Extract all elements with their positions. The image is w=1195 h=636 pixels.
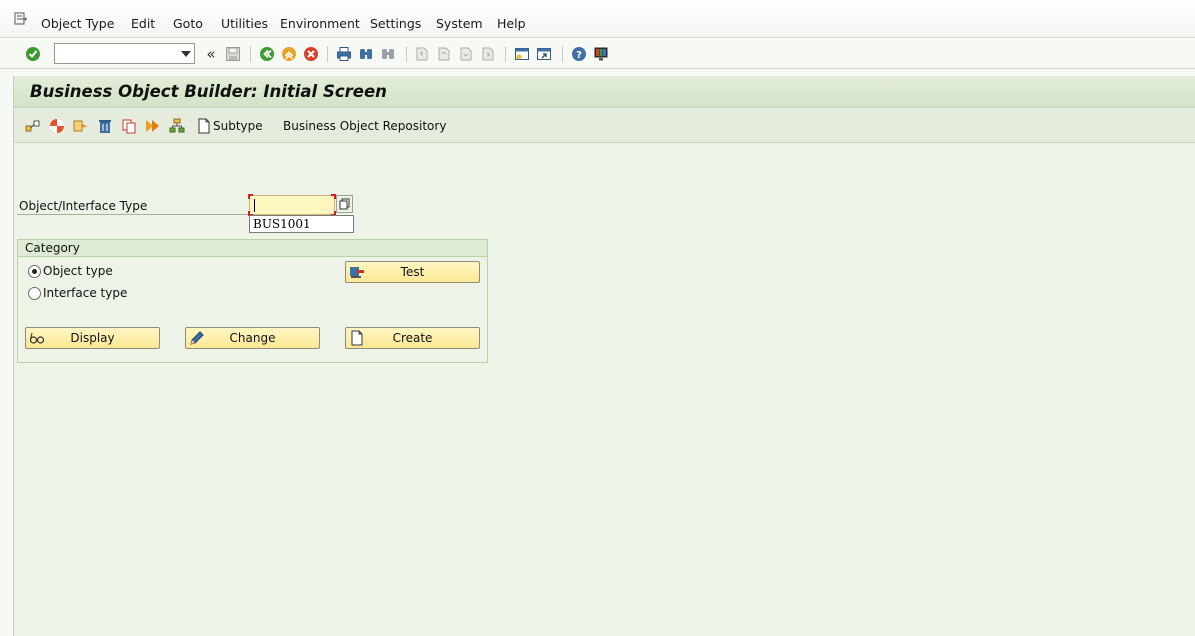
print-icon[interactable] <box>335 45 353 63</box>
menu-object-type[interactable]: Object Type <box>41 16 114 31</box>
test-button-label: Test <box>400 265 425 279</box>
back-icon[interactable] <box>258 45 276 63</box>
toolbar-separator <box>327 46 328 62</box>
toolbar-separator <box>406 46 407 62</box>
toolbar-separator <box>562 46 563 62</box>
check-icon[interactable] <box>49 118 65 134</box>
menu-environment[interactable]: Environment <box>280 16 360 31</box>
exit-icon[interactable] <box>280 45 298 63</box>
input-history-dropdown[interactable]: BUS1001 <box>249 215 354 233</box>
enter-icon[interactable] <box>24 45 42 63</box>
glasses-icon <box>29 330 45 346</box>
change-button[interactable]: Change <box>185 327 320 349</box>
main-content: Business Object Builder: Initial Screen … <box>14 76 1195 636</box>
menu-bar: Object Type Edit Goto Utilities Environm… <box>0 0 1195 38</box>
menu-edit[interactable]: Edit <box>131 16 155 31</box>
create-button[interactable]: Create <box>345 327 480 349</box>
display-button[interactable]: Display <box>25 327 160 349</box>
help-icon[interactable]: ? <box>570 45 588 63</box>
last-page-icon[interactable] <box>479 45 497 63</box>
subtype-button[interactable]: Subtype <box>213 119 263 133</box>
object-interface-type-input[interactable] <box>248 194 336 216</box>
test-button[interactable]: Test <box>345 261 480 283</box>
test-tool-icon <box>349 264 365 280</box>
system-menu-icon[interactable] <box>14 12 28 26</box>
object-type-label[interactable]: Object type <box>43 264 113 278</box>
object-type-radio[interactable] <box>28 265 41 278</box>
category-header: Category <box>18 240 487 257</box>
command-field[interactable] <box>54 43 195 64</box>
create-button-label: Create <box>392 331 433 345</box>
save-icon[interactable] <box>224 45 242 63</box>
toolbar-separator <box>505 46 506 62</box>
menu-help[interactable]: Help <box>497 16 526 31</box>
other-object-icon[interactable] <box>25 118 41 134</box>
menu-system[interactable]: System <box>436 16 483 31</box>
field-label-underline <box>17 214 249 215</box>
menu-settings[interactable]: Settings <box>370 16 421 31</box>
customize-layout-icon[interactable] <box>592 45 610 63</box>
find-icon[interactable] <box>357 45 375 63</box>
shortcut-icon[interactable] <box>535 45 553 63</box>
new-page-icon <box>349 330 365 346</box>
business-object-repository-button[interactable]: Business Object Repository <box>283 119 446 133</box>
previous-page-icon[interactable] <box>435 45 453 63</box>
title-bar: Business Object Builder: Initial Screen <box>14 76 1195 108</box>
cancel-icon[interactable] <box>302 45 320 63</box>
subtype-page-icon[interactable] <box>196 118 212 134</box>
menu-goto[interactable]: Goto <box>173 16 203 31</box>
category-title: Category <box>25 241 80 255</box>
display-button-label: Display <box>70 331 115 345</box>
menu-utilities[interactable]: Utilities <box>221 16 268 31</box>
copy-icon[interactable] <box>121 118 137 134</box>
first-page-icon[interactable] <box>413 45 431 63</box>
delete-icon[interactable] <box>97 118 113 134</box>
pencil-icon <box>189 330 205 346</box>
activate-icon[interactable] <box>145 118 161 134</box>
collapse-icon[interactable]: « <box>202 45 220 63</box>
hierarchy-icon[interactable] <box>169 118 185 134</box>
toolbar-separator <box>250 46 251 62</box>
value-help-icon <box>339 198 350 210</box>
page-title: Business Object Builder: Initial Screen <box>30 82 387 101</box>
next-page-icon[interactable] <box>457 45 475 63</box>
application-toolbar: Subtype Business Object Repository <box>14 109 1195 143</box>
text-cursor <box>254 199 255 212</box>
history-entry[interactable]: BUS1001 <box>253 217 311 231</box>
change-button-label: Change <box>229 331 276 345</box>
standard-toolbar: « ? <box>0 39 1195 69</box>
interface-type-radio[interactable] <box>28 287 41 300</box>
object-interface-type-label: Object/Interface Type <box>19 199 148 213</box>
find-next-icon[interactable] <box>379 45 397 63</box>
interface-type-label[interactable]: Interface type <box>43 286 127 300</box>
category-group: Category Object type Interface type Test… <box>17 239 488 363</box>
new-session-icon[interactable] <box>513 45 531 63</box>
svg-text:?: ? <box>576 50 582 61</box>
focus-marker <box>248 194 253 199</box>
value-help-button[interactable] <box>336 195 353 213</box>
chevron-down-icon[interactable] <box>181 51 191 57</box>
generate-icon[interactable] <box>73 118 89 134</box>
